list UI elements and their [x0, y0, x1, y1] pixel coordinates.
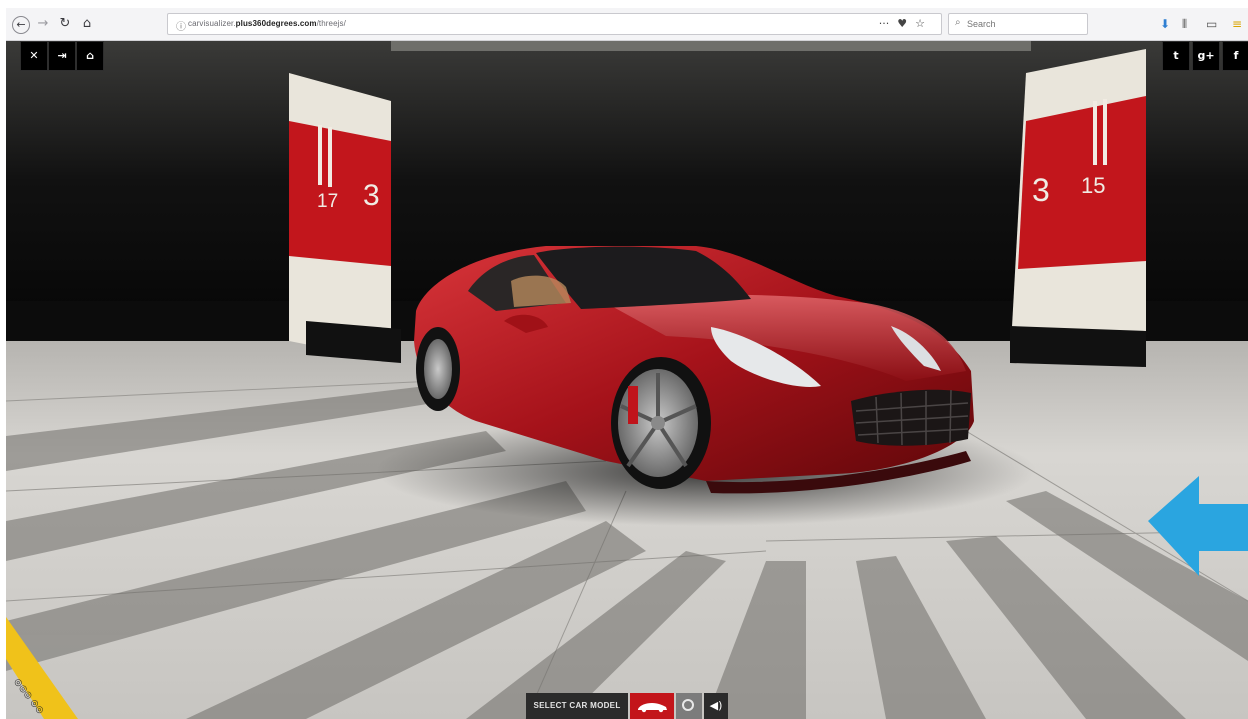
wheel-select-button[interactable] — [676, 693, 702, 719]
right-pillar — [1010, 49, 1146, 367]
info-icon[interactable]: ⓘ — [176, 18, 186, 33]
url-text: carvisualizer.plus360degrees.com/threejs… — [188, 19, 346, 28]
url-path: /threejs/ — [316, 19, 346, 28]
search-bar[interactable]: ⌕ — [948, 13, 1088, 35]
google-plus-share-button[interactable]: g+ — [1192, 41, 1220, 71]
scene-render: 17 3 3 15 ◎◎◎ ◎◎ — [6, 41, 1248, 719]
facebook-share-button[interactable]: f — [1222, 41, 1248, 71]
ceiling-beam — [391, 41, 1031, 51]
url-prefix: carvisualizer. — [188, 19, 236, 28]
download-icon[interactable]: ⬇ — [1160, 15, 1170, 33]
bookmark-star-icon[interactable]: ☆ — [915, 17, 925, 30]
search-input[interactable] — [967, 16, 1077, 32]
fullscreen-button[interactable]: ✕ — [20, 41, 48, 71]
browser-window: ← → ↻ ⌂ ⓘ carvisualizer.plus360degrees.c… — [6, 8, 1248, 719]
page-actions: ··· ♥ ☆ — [879, 17, 925, 30]
url-host: plus360degrees.com — [235, 19, 317, 28]
car-visualizer-scene[interactable]: 17 3 3 15 ◎◎◎ ◎◎ ✕ ⇥ ⌂ t g+ f SELECT CAR… — [6, 41, 1248, 719]
left-pillar — [289, 73, 401, 363]
back-button[interactable]: ← — [12, 16, 30, 34]
menu-icon[interactable]: ≡ — [1232, 15, 1242, 33]
twitter-share-button[interactable]: t — [1162, 41, 1190, 71]
car-silhouette-icon — [638, 703, 667, 713]
sound-toggle-button[interactable]: ◀) — [704, 693, 728, 719]
home-button[interactable]: ⌂ — [76, 41, 104, 71]
forward-button[interactable]: → — [34, 15, 52, 33]
right-pillar-number-15: 15 — [1081, 173, 1105, 198]
search-icon: ⌕ — [955, 17, 961, 28]
address-bar[interactable]: ⓘ carvisualizer.plus360degrees.com/three… — [167, 13, 942, 35]
controls-button[interactable]: ⇥ — [48, 41, 76, 71]
car-color-swatch[interactable] — [630, 693, 674, 719]
select-car-model-button[interactable]: SELECT CAR MODEL — [526, 693, 628, 719]
library-icon[interactable]: ⫴ — [1182, 15, 1187, 33]
reload-button[interactable]: ↻ — [56, 15, 74, 33]
bottom-control-bar: SELECT CAR MODEL ◀) — [526, 693, 728, 719]
home-button-browser[interactable]: ⌂ — [78, 15, 96, 33]
right-pillar-number-3: 3 — [1032, 172, 1050, 208]
page-actions-menu-icon[interactable]: ··· — [879, 17, 890, 30]
browser-toolbar: ← → ↻ ⌂ ⓘ carvisualizer.plus360degrees.c… — [6, 8, 1248, 41]
sidebar-icon[interactable]: ▭ — [1206, 15, 1217, 33]
pocket-icon[interactable]: ♥ — [897, 17, 907, 30]
left-pillar-number-3: 3 — [363, 179, 380, 212]
left-pillar-number-17: 17 — [317, 191, 338, 212]
wheel-rim-icon — [682, 699, 694, 711]
